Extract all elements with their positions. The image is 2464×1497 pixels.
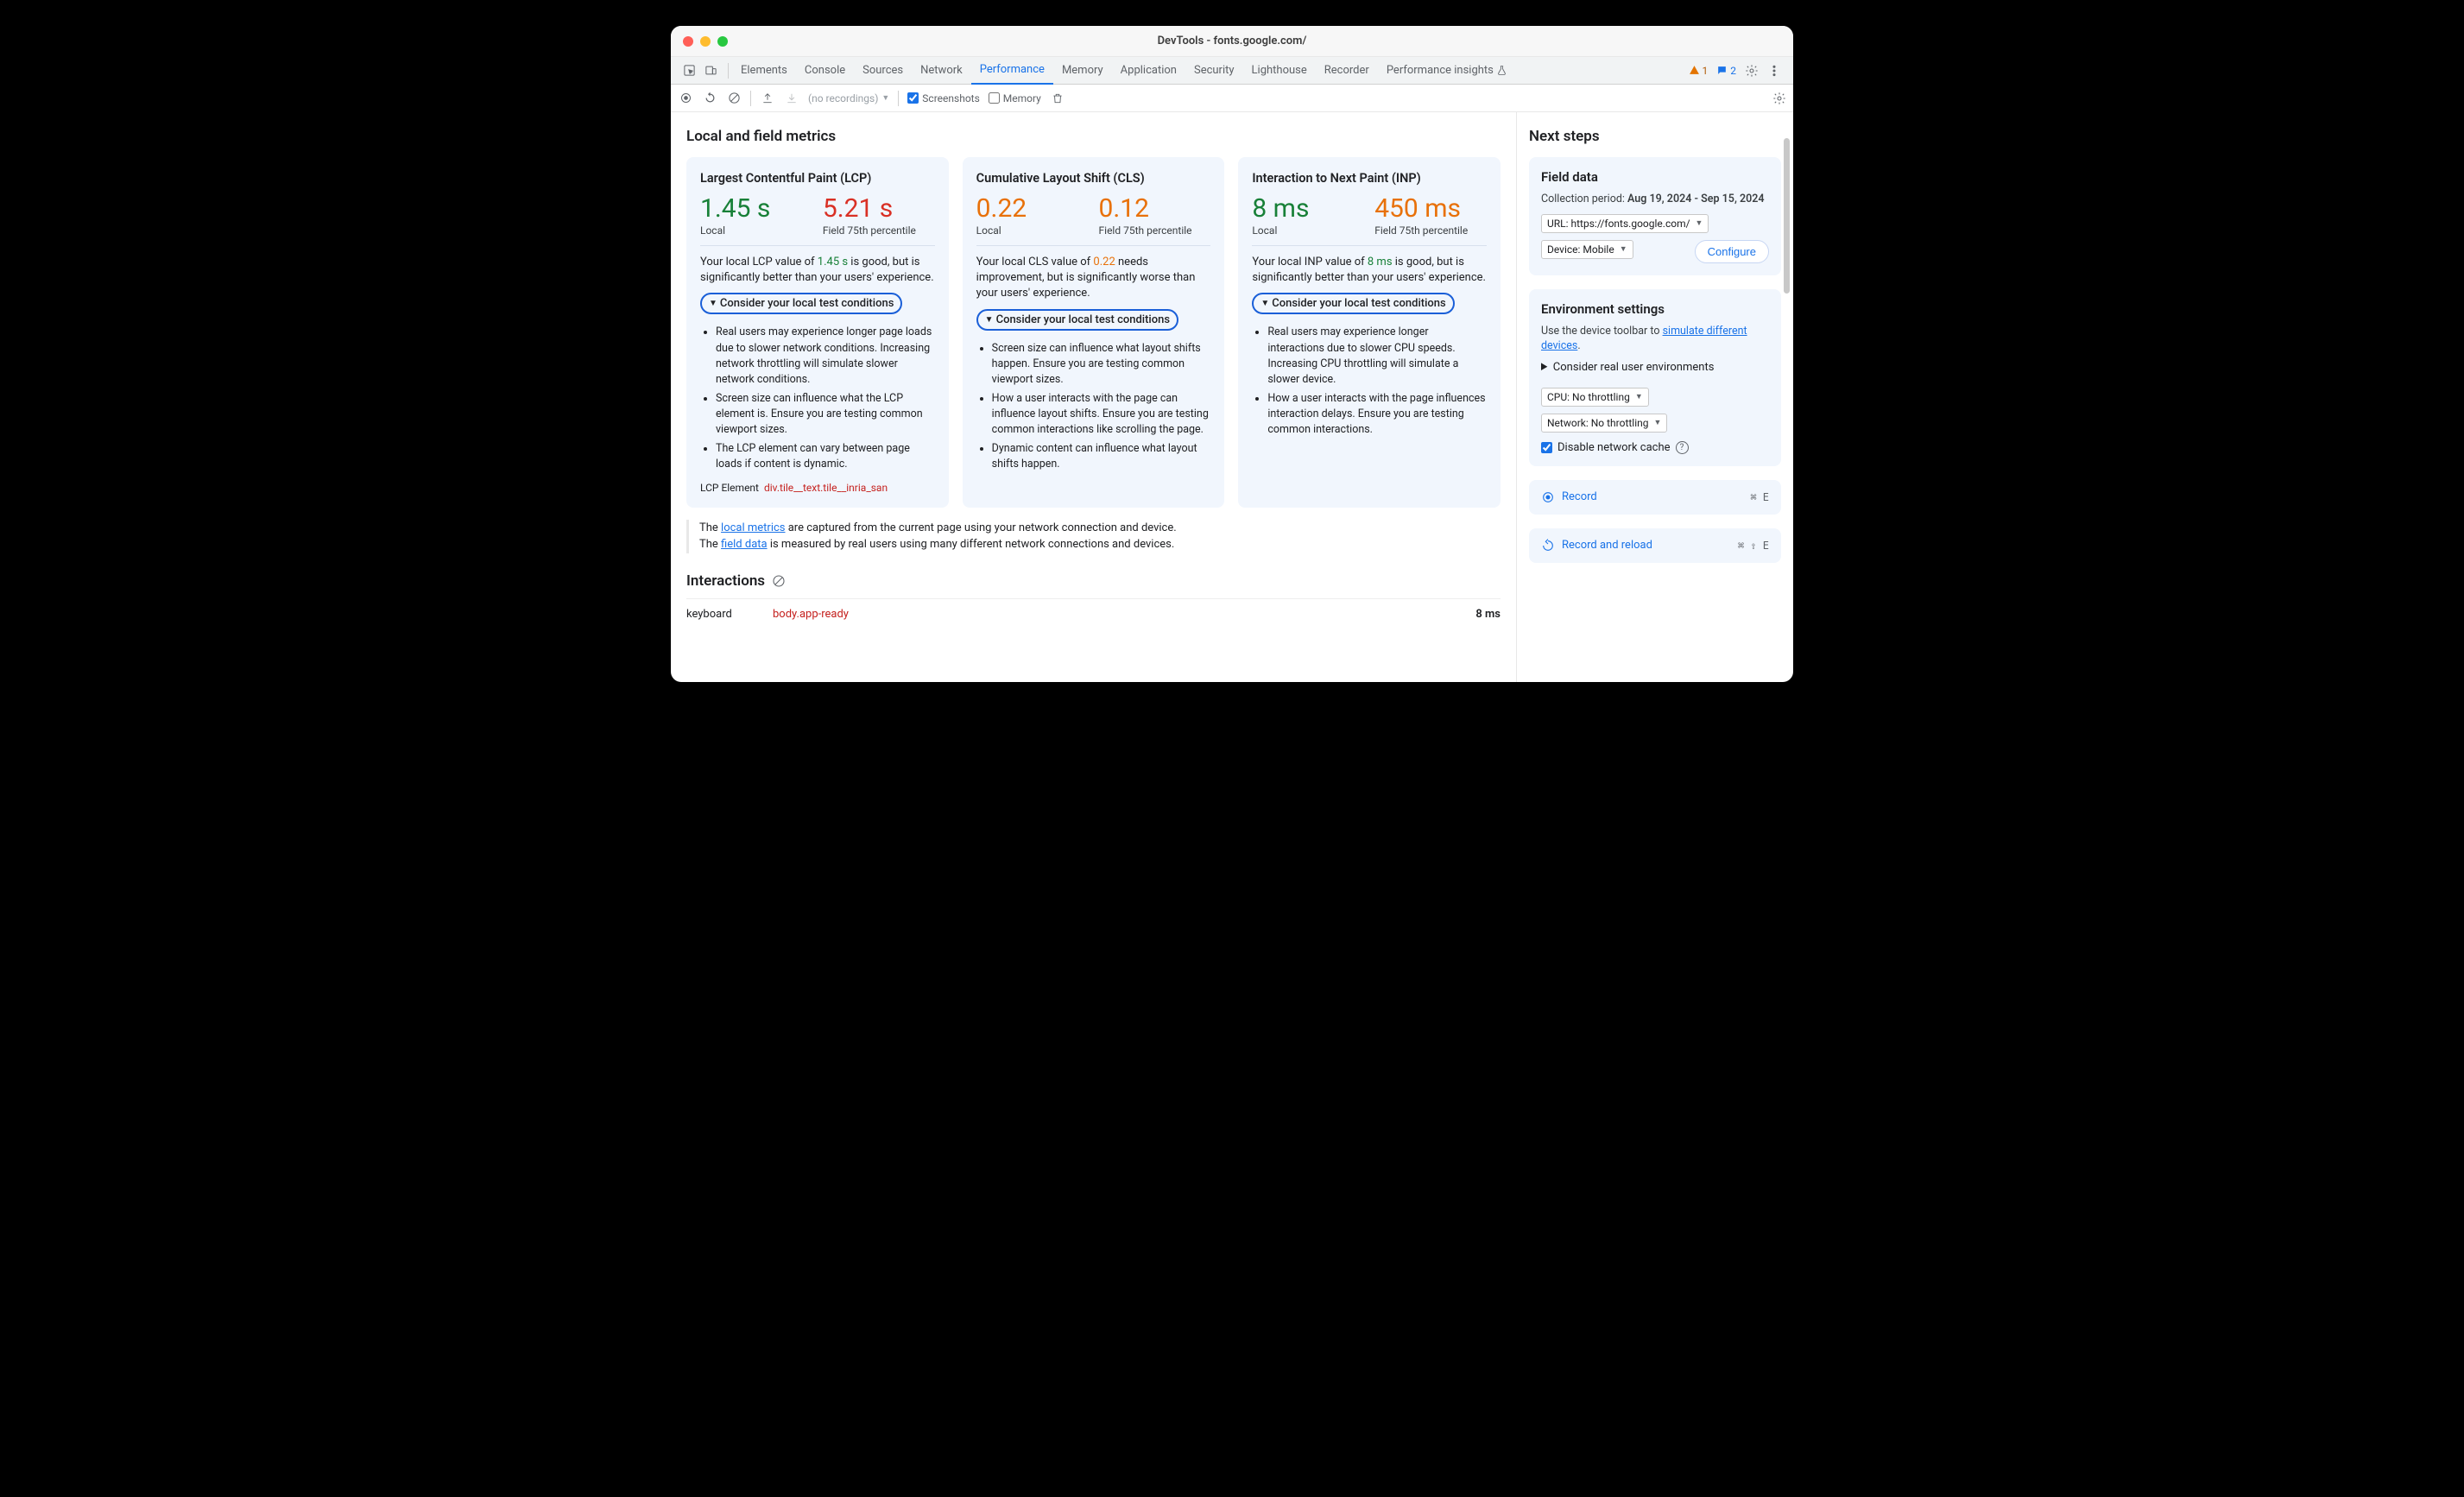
- list-item: How a user interacts with the page can i…: [992, 391, 1211, 438]
- devtools-tabbar: Elements Console Sources Network Perform…: [671, 57, 1793, 85]
- record-icon[interactable]: [678, 91, 693, 106]
- inp-description: Your local INP value of 8 ms is good, bu…: [1252, 255, 1487, 286]
- maximize-icon[interactable]: [717, 36, 728, 47]
- close-icon[interactable]: [683, 36, 693, 47]
- environment-block: Environment settings Use the device tool…: [1529, 289, 1781, 466]
- inp-local-label: Local: [1252, 224, 1364, 237]
- traffic-lights: [683, 36, 728, 47]
- configure-button[interactable]: Configure: [1695, 240, 1769, 263]
- gear-icon[interactable]: [1745, 64, 1759, 78]
- tab-application[interactable]: Application: [1112, 57, 1185, 85]
- metrics-footnote: The local metrics are captured from the …: [686, 520, 1501, 553]
- inp-local-value: 8 ms: [1252, 194, 1364, 223]
- tab-recorder[interactable]: Recorder: [1316, 57, 1378, 85]
- gear-icon[interactable]: [1772, 92, 1786, 105]
- clear-icon[interactable]: [726, 91, 742, 106]
- record-icon: [1541, 490, 1555, 504]
- lcp-card: Largest Contentful Paint (LCP) 1.45 s Lo…: [686, 157, 949, 508]
- help-icon[interactable]: ?: [1676, 441, 1689, 454]
- network-select[interactable]: Network: No throttling▼: [1541, 414, 1667, 433]
- interaction-row[interactable]: keyboard body.app-ready 8 ms: [686, 598, 1501, 629]
- metrics-heading: Local and field metrics: [686, 128, 1501, 145]
- lcp-field-value: 5.21 s: [823, 194, 935, 223]
- messages-badge[interactable]: 2: [1716, 65, 1736, 77]
- environment-title: Environment settings: [1541, 301, 1769, 317]
- memory-checkbox[interactable]: Memory: [989, 92, 1041, 104]
- screenshots-checkbox[interactable]: Screenshots: [907, 92, 979, 104]
- cls-local-value: 0.22: [976, 194, 1089, 223]
- lcp-conditions-details[interactable]: ▼Consider your local test conditions Rea…: [700, 293, 935, 472]
- real-user-env-details[interactable]: Consider real user environments: [1541, 361, 1769, 381]
- record-action[interactable]: Record ⌘ E: [1529, 480, 1781, 515]
- cls-local-label: Local: [976, 224, 1089, 237]
- list-item: Screen size can influence what layout sh…: [992, 341, 1211, 388]
- list-item: How a user interacts with the page influ…: [1267, 391, 1487, 438]
- lcp-local-value: 1.45 s: [700, 194, 812, 223]
- cls-title: Cumulative Layout Shift (CLS): [976, 171, 1211, 186]
- minimize-icon[interactable]: [700, 36, 711, 47]
- inp-field-label: Field 75th percentile: [1374, 224, 1487, 237]
- list-item: Screen size can influence what the LCP e…: [716, 391, 935, 438]
- lcp-local-label: Local: [700, 224, 812, 237]
- field-data-title: Field data: [1541, 169, 1769, 185]
- field-data-link[interactable]: field data: [721, 538, 768, 551]
- url-select[interactable]: URL: https://fonts.google.com/▼: [1541, 214, 1709, 233]
- inp-card: Interaction to Next Paint (INP) 8 ms Loc…: [1238, 157, 1501, 508]
- scrollbar[interactable]: [1784, 138, 1790, 294]
- trash-icon[interactable]: [1050, 91, 1065, 106]
- list-item: The LCP element can vary between page lo…: [716, 441, 935, 472]
- list-item: Dynamic content can influence what layou…: [992, 441, 1211, 472]
- kebab-icon[interactable]: [1767, 64, 1781, 78]
- inp-field-value: 450 ms: [1374, 194, 1487, 223]
- record-reload-action[interactable]: Record and reload ⌘ ⇧ E: [1529, 528, 1781, 563]
- clear-icon[interactable]: [772, 574, 786, 588]
- chevron-down-icon: ▼: [985, 315, 994, 325]
- flask-icon: [1496, 65, 1507, 76]
- collection-period: Collection period: Aug 19, 2024 - Sep 15…: [1541, 192, 1769, 207]
- field-data-block: Field data Collection period: Aug 19, 20…: [1529, 157, 1781, 275]
- tab-sources[interactable]: Sources: [854, 57, 912, 85]
- inp-conditions-details[interactable]: ▼Consider your local test conditions Rea…: [1252, 293, 1487, 438]
- lcp-element-row: LCP Elementdiv.tile__text.tile__inria_sa…: [700, 482, 935, 494]
- list-item: Real users may experience longer page lo…: [716, 325, 935, 388]
- recordings-select[interactable]: (no recordings) ▼: [808, 92, 889, 104]
- inspect-icon[interactable]: [683, 64, 696, 77]
- list-item: Real users may experience longer interac…: [1267, 325, 1487, 388]
- local-metrics-link[interactable]: local metrics: [721, 521, 785, 534]
- environment-text: Use the device toolbar to simulate diffe…: [1541, 324, 1769, 354]
- tab-performance-insights[interactable]: Performance insights: [1378, 57, 1516, 85]
- cls-description: Your local CLS value of 0.22 needs impro…: [976, 255, 1211, 302]
- warnings-badge[interactable]: 1: [1689, 65, 1709, 77]
- lcp-title: Largest Contentful Paint (LCP): [700, 171, 935, 186]
- titlebar: DevTools - fonts.google.com/: [671, 26, 1793, 57]
- chevron-down-icon: ▼: [709, 299, 717, 308]
- device-select[interactable]: Device: Mobile▼: [1541, 240, 1633, 259]
- tab-memory[interactable]: Memory: [1053, 57, 1112, 85]
- window-title: DevTools - fonts.google.com/: [671, 35, 1793, 47]
- reload-icon: [1541, 539, 1555, 553]
- lcp-description: Your local LCP value of 1.45 s is good, …: [700, 255, 935, 286]
- inp-title: Interaction to Next Paint (INP): [1252, 171, 1487, 186]
- tab-security[interactable]: Security: [1185, 57, 1243, 85]
- cpu-select[interactable]: CPU: No throttling▼: [1541, 388, 1649, 407]
- tab-performance[interactable]: Performance: [971, 57, 1053, 85]
- cls-field-label: Field 75th percentile: [1099, 224, 1211, 237]
- download-icon[interactable]: [784, 91, 799, 106]
- tab-network[interactable]: Network: [912, 57, 971, 85]
- next-steps-heading: Next steps: [1529, 128, 1781, 145]
- interactions-heading: Interactions: [686, 572, 765, 590]
- tab-console[interactable]: Console: [796, 57, 854, 85]
- lcp-field-label: Field 75th percentile: [823, 224, 935, 237]
- reload-icon[interactable]: [702, 91, 717, 106]
- upload-icon[interactable]: [760, 91, 775, 106]
- tab-elements[interactable]: Elements: [732, 57, 796, 85]
- chevron-down-icon: ▼: [1260, 299, 1269, 308]
- disable-cache-checkbox[interactable]: Disable network cache ?: [1541, 441, 1769, 454]
- cls-field-value: 0.12: [1099, 194, 1211, 223]
- device-toolbar-icon[interactable]: [704, 64, 717, 77]
- cls-conditions-details[interactable]: ▼Consider your local test conditions Scr…: [976, 309, 1211, 473]
- tab-lighthouse[interactable]: Lighthouse: [1243, 57, 1316, 85]
- cls-card: Cumulative Layout Shift (CLS) 0.22 Local…: [963, 157, 1225, 508]
- performance-toolbar: (no recordings) ▼ Screenshots Memory: [671, 85, 1793, 112]
